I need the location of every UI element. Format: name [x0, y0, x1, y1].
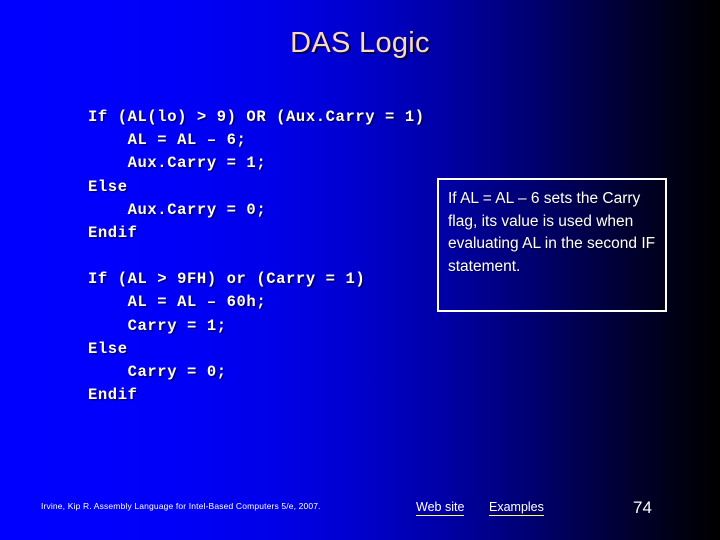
slide-canvas: DAS Logic If (AL(lo) > 9) OR (Aux.Carry …: [0, 0, 720, 540]
code-line: If (AL > 9FH) or (Carry = 1): [88, 270, 366, 289]
code-line: Carry = 0;: [88, 363, 227, 382]
callout-text: If AL = AL – 6 sets the Carry flag, its …: [448, 190, 656, 275]
code-line: Aux.Carry = 1;: [88, 154, 267, 173]
code-block-separator: [88, 245, 448, 268]
code-line: Endif: [88, 386, 138, 405]
code-line: Carry = 1;: [88, 316, 227, 335]
examples-link[interactable]: Examples: [489, 500, 544, 516]
code-line: AL = AL – 6;: [88, 131, 247, 150]
footer-credit: Irvine, Kip R. Assembly Language for Int…: [41, 501, 321, 511]
code-line: Else: [88, 339, 128, 358]
code-block-carry: If (AL > 9FH) or (Carry = 1) AL = AL – 6…: [88, 268, 448, 407]
code-line: Aux.Carry = 0;: [88, 200, 267, 219]
callout-box: If AL = AL – 6 sets the Carry flag, its …: [437, 178, 667, 312]
code-line: Endif: [88, 224, 138, 243]
page-number: 74: [633, 498, 652, 517]
code-block-aux-carry: If (AL(lo) > 9) OR (Aux.Carry = 1) AL = …: [88, 106, 448, 245]
web-site-link[interactable]: Web site: [416, 500, 465, 516]
code-listing: If (AL(lo) > 9) OR (Aux.Carry = 1) AL = …: [88, 106, 448, 407]
code-line: Else: [88, 177, 128, 196]
page-title: DAS Logic: [290, 27, 430, 59]
code-line: If (AL(lo) > 9) OR (Aux.Carry = 1): [88, 108, 425, 126]
code-line: AL = AL – 60h;: [88, 293, 267, 312]
